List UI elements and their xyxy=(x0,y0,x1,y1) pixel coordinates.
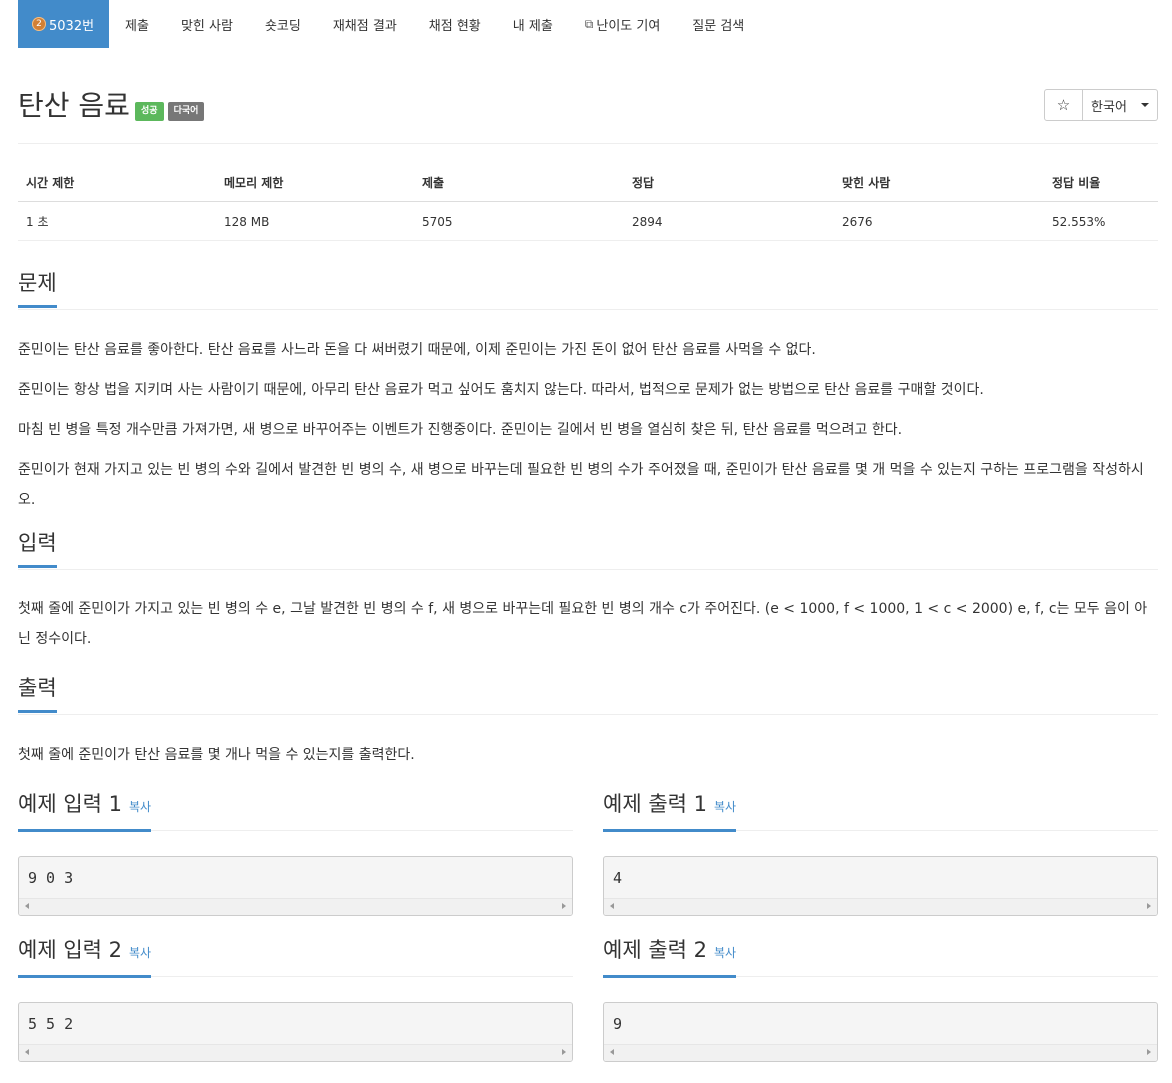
sample-input-1-title: 예제 입력 1 xyxy=(18,792,122,816)
input-description: 첫째 줄에 준민이가 가지고 있는 빈 병의 수 e, 그날 발견한 빈 병의 … xyxy=(18,601,1148,647)
copy-sample-input-1-button[interactable]: 복사 xyxy=(129,800,151,814)
table-row: 1 초 128 MB 5705 2894 2676 52.553% xyxy=(18,201,1158,241)
sample-output-2-title: 예제 출력 2 xyxy=(603,938,707,962)
description-paragraph: 마침 빈 병을 특정 개수만큼 가져가면, 새 병으로 바꾸어주는 이벤트가 진… xyxy=(18,422,903,438)
value-accept-ratio: 52.553% xyxy=(1044,201,1158,241)
copy-sample-output-1-button[interactable]: 복사 xyxy=(714,800,736,814)
scroll-left-icon[interactable] xyxy=(610,903,614,909)
info-header-row: 시간 제한 메모리 제한 제출 정답 맞힌 사람 정답 비율 xyxy=(18,162,1158,202)
tab-solved-users[interactable]: 맞힌 사람 xyxy=(165,0,249,48)
header-memory-limit: 메모리 제한 xyxy=(216,162,414,202)
sample-input-2-title: 예제 입력 2 xyxy=(18,938,122,962)
horizontal-scrollbar[interactable] xyxy=(19,1044,572,1061)
copy-sample-input-2-button[interactable]: 복사 xyxy=(129,946,151,960)
tab-question-search[interactable]: 질문 검색 xyxy=(676,0,760,48)
language-label: 한국어 xyxy=(1091,99,1127,115)
header-time-limit: 시간 제한 xyxy=(18,162,216,202)
header-accept-ratio: 정답 비율 xyxy=(1044,162,1158,202)
tab-problem[interactable]: 2 5032번 xyxy=(18,0,110,48)
horizontal-scrollbar[interactable] xyxy=(19,898,572,915)
status-badge-success: 성공 xyxy=(135,102,164,121)
value-solved-users: 2676 xyxy=(834,201,1044,241)
external-link-icon: ⧉ xyxy=(584,16,594,31)
sample-input-1-header: 예제 입력 1 복사 xyxy=(18,790,573,832)
description-paragraph: 준민이는 항상 법을 지키며 사는 사람이기 때문에, 아무리 탄산 음료가 먹… xyxy=(18,382,984,398)
description-heading: 문제 xyxy=(18,269,57,308)
problem-info-table: 시간 제한 메모리 제한 제출 정답 맞힌 사람 정답 비율 1 초 128 M… xyxy=(18,162,1158,241)
favorite-star-button[interactable]: ☆ xyxy=(1044,89,1083,121)
sample-input-2-code: 5 5 2 xyxy=(28,1015,74,1033)
description-paragraph: 준민이가 현재 가지고 있는 빈 병의 수와 길에서 발견한 빈 병의 수, 새… xyxy=(18,462,1144,508)
horizontal-scrollbar[interactable] xyxy=(604,898,1157,915)
value-memory-limit: 128 MB xyxy=(216,201,414,241)
horizontal-scrollbar[interactable] xyxy=(604,1044,1157,1061)
input-heading: 입력 xyxy=(18,529,57,568)
header-submissions: 제출 xyxy=(414,162,624,202)
problem-badges: 성공 다국어 xyxy=(135,102,205,121)
samples-row-2: 예제 입력 2 복사 5 5 2 예제 출력 2 복사 9 xyxy=(18,916,1158,1062)
tier-bronze-icon: 2 xyxy=(32,17,46,31)
output-body: 첫째 줄에 준민이가 탄산 음료를 몇 개나 먹을 수 있는지를 출력한다. xyxy=(18,740,1158,770)
tab-short-coding[interactable]: 숏코딩 xyxy=(249,0,317,48)
problem-nav-tabs: 2 5032번 제출 맞힌 사람 숏코딩 재채점 결과 채점 현황 내 제출 ⧉… xyxy=(18,0,1158,48)
sample-output-1-header: 예제 출력 1 복사 xyxy=(603,790,1158,832)
sample-output-1-code: 4 xyxy=(613,869,623,887)
tab-rejudge-results[interactable]: 재채점 결과 xyxy=(317,0,413,48)
sample-output-1: 예제 출력 1 복사 4 xyxy=(603,770,1158,916)
sample-output-1-title: 예제 출력 1 xyxy=(603,792,707,816)
samples-row-1: 예제 입력 1 복사 9 0 3 예제 출력 1 복사 4 xyxy=(18,770,1158,916)
description-header: 문제 xyxy=(18,269,1158,310)
output-header: 출력 xyxy=(18,674,1158,715)
sample-output-2: 예제 출력 2 복사 9 xyxy=(603,916,1158,1062)
tab-judge-status[interactable]: 채점 현황 xyxy=(413,0,497,48)
sample-input-2: 예제 입력 2 복사 5 5 2 xyxy=(18,916,573,1062)
tab-problem-label: 5032번 xyxy=(49,18,95,34)
scroll-left-icon[interactable] xyxy=(610,1049,614,1055)
caret-down-icon xyxy=(1140,103,1149,107)
description-paragraph: 준민이는 탄산 음료를 좋아한다. 탄산 음료를 사느라 돈을 다 써버렸기 때… xyxy=(18,342,816,358)
scroll-left-icon[interactable] xyxy=(25,903,29,909)
language-dropdown[interactable]: 한국어 xyxy=(1083,89,1158,121)
tab-submit[interactable]: 제출 xyxy=(109,0,165,48)
scroll-right-icon[interactable] xyxy=(562,1049,566,1055)
output-heading: 출력 xyxy=(18,674,57,713)
description-body: 준민이는 탄산 음료를 좋아한다. 탄산 음료를 사느라 돈을 다 써버렸기 때… xyxy=(18,335,1158,515)
header-accepted: 정답 xyxy=(624,162,834,202)
sample-input-2-header: 예제 입력 2 복사 xyxy=(18,936,573,978)
input-body: 첫째 줄에 준민이가 가지고 있는 빈 병의 수 e, 그날 발견한 빈 병의 … xyxy=(18,594,1158,654)
sample-input-1-box: 9 0 3 xyxy=(18,856,573,916)
scroll-right-icon[interactable] xyxy=(562,903,566,909)
sample-output-2-heading: 예제 출력 2 복사 xyxy=(603,936,737,978)
scroll-left-icon[interactable] xyxy=(25,1049,29,1055)
header-actions: ☆ 한국어 xyxy=(1044,89,1158,121)
sample-output-1-box: 4 xyxy=(603,856,1158,916)
scroll-right-icon[interactable] xyxy=(1147,903,1151,909)
value-time-limit: 1 초 xyxy=(18,201,216,241)
header-solved-users: 맞힌 사람 xyxy=(834,162,1044,202)
tab-difficulty-contribution[interactable]: ⧉ 난이도 기여 xyxy=(569,0,677,48)
sample-input-1-code: 9 0 3 xyxy=(28,869,74,887)
tab-difficulty-label: 난이도 기여 xyxy=(596,18,661,34)
problem-page: 2 5032번 제출 맞힌 사람 숏코딩 재채점 결과 채점 현황 내 제출 ⧉… xyxy=(18,0,1158,1062)
star-icon: ☆ xyxy=(1056,96,1071,114)
value-accepted: 2894 xyxy=(624,201,834,241)
sample-input-2-box: 5 5 2 xyxy=(18,1002,573,1062)
copy-sample-output-2-button[interactable]: 복사 xyxy=(714,946,736,960)
sample-input-1-heading: 예제 입력 1 복사 xyxy=(18,790,152,832)
sample-input-2-heading: 예제 입력 2 복사 xyxy=(18,936,152,978)
sample-output-1-heading: 예제 출력 1 복사 xyxy=(603,790,737,832)
output-description: 첫째 줄에 준민이가 탄산 음료를 몇 개나 먹을 수 있는지를 출력한다. xyxy=(18,747,415,763)
sample-output-2-box: 9 xyxy=(603,1002,1158,1062)
input-header: 입력 xyxy=(18,529,1158,570)
value-submissions: 5705 xyxy=(414,201,624,241)
sample-output-2-code: 9 xyxy=(613,1015,623,1033)
status-badge-multilang: 다국어 xyxy=(167,102,205,121)
problem-title: 탄산 음료 xyxy=(18,89,130,122)
problem-header: 탄산 음료 성공 다국어 ☆ 한국어 xyxy=(18,48,1158,144)
sample-output-2-header: 예제 출력 2 복사 xyxy=(603,936,1158,978)
sample-input-1: 예제 입력 1 복사 9 0 3 xyxy=(18,770,573,916)
scroll-right-icon[interactable] xyxy=(1147,1049,1151,1055)
tab-my-submissions[interactable]: 내 제출 xyxy=(497,0,569,48)
